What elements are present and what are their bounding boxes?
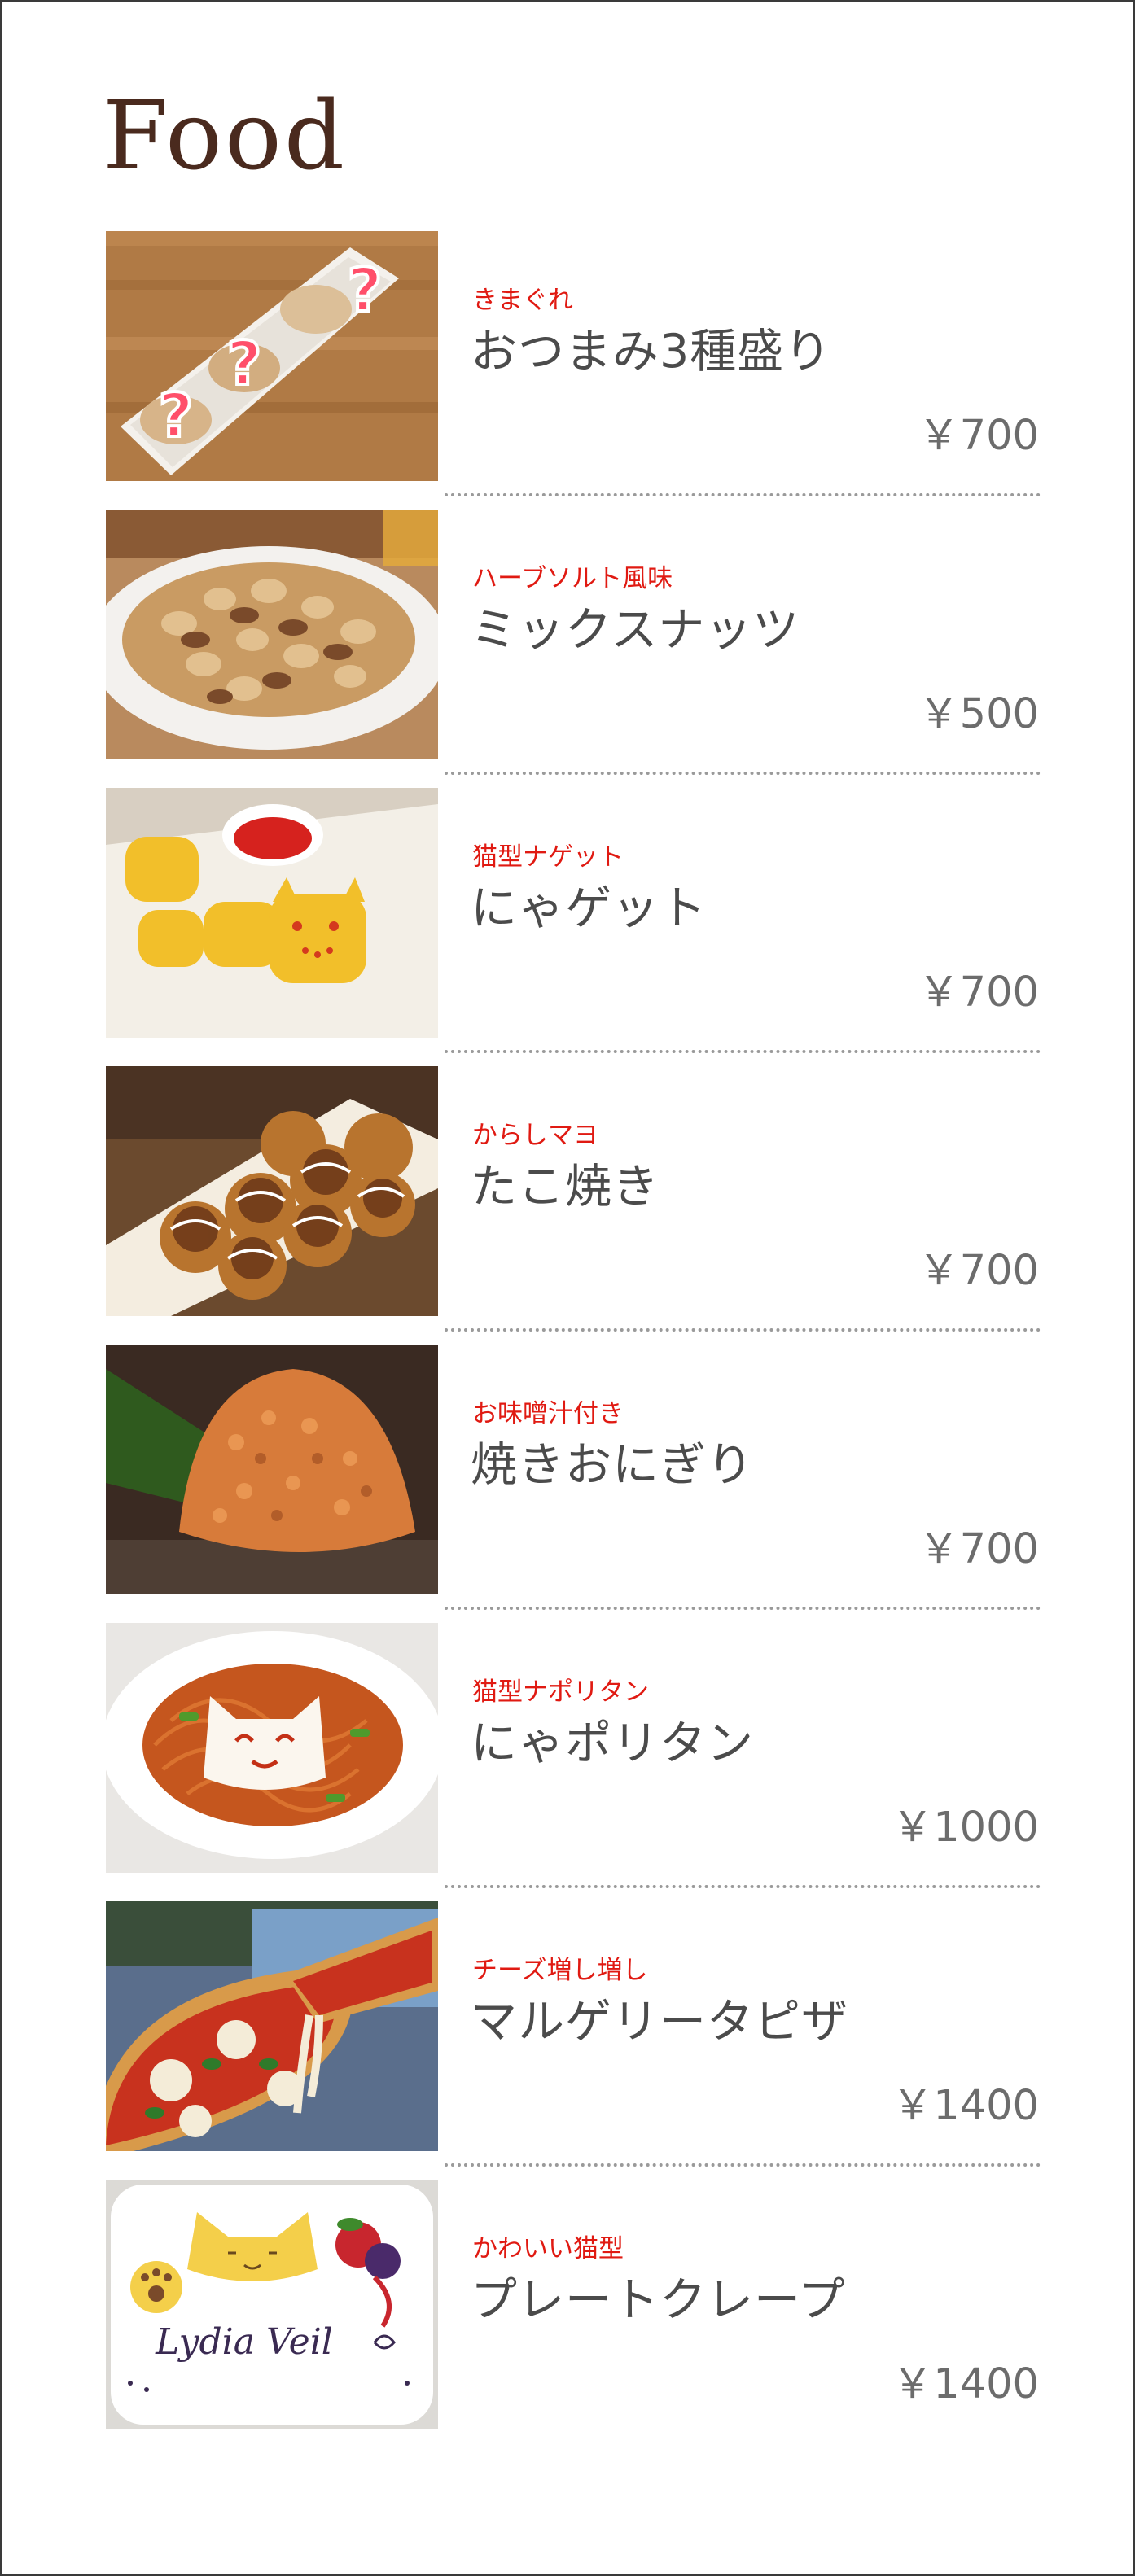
plate-lettering: Lydia Veil [155, 2321, 333, 2363]
item-subtitle: 猫型ナゲット [472, 842, 624, 872]
takoyaki-photo [106, 1066, 438, 1316]
item-subtitle: きまぐれ [472, 286, 573, 315]
menu-page: Food ? ? ? きまぐれ おつまみ3種盛り ￥700 ハーブソルト風味 ミ… [0, 0, 1135, 2576]
cat-napolitan-photo [106, 1623, 438, 1873]
dotted-divider [445, 2163, 1041, 2167]
item-price: ￥1000 [892, 1804, 1039, 1852]
item-price: ￥1400 [892, 2360, 1039, 2408]
item-price: ￥700 [918, 1525, 1039, 1573]
mixed-nuts-photo [106, 510, 438, 759]
item-name: にゃポリタン [471, 1717, 754, 1770]
menu-item[interactable]: からしマヨ たこ焼き ￥700 [2, 1066, 1133, 1345]
item-subtitle: チーズ増し増し [472, 1956, 648, 1985]
menu-item[interactable]: チーズ増し増し マルゲリータピザ ￥1400 [2, 1901, 1133, 2180]
svg-text:?: ? [227, 329, 262, 399]
item-price: ￥700 [918, 1247, 1039, 1295]
menu-item[interactable]: 猫型ナポリタン にゃポリタン ￥1000 [2, 1623, 1133, 1901]
item-subtitle: かわいい猫型 [472, 2234, 624, 2263]
item-subtitle: 猫型ナポリタン [472, 1677, 649, 1707]
menu-item[interactable]: ? ? ? きまぐれ おつまみ3種盛り ￥700 [2, 231, 1133, 510]
dotted-divider [445, 1328, 1041, 1332]
dotted-divider [445, 772, 1041, 775]
item-name: にゃゲット [471, 881, 707, 935]
dotted-divider [445, 493, 1041, 496]
svg-text:?: ? [348, 256, 383, 326]
item-price: ￥700 [918, 969, 1039, 1017]
item-name: たこ焼き [471, 1160, 660, 1214]
dotted-divider [445, 1607, 1041, 1610]
menu-item[interactable]: ハーブソルト風味 ミックスナッツ ￥500 [2, 510, 1133, 788]
margherita-pizza-photo [106, 1901, 438, 2151]
item-subtitle: ハーブソルト風味 [472, 564, 673, 593]
item-subtitle: からしマヨ [472, 1121, 598, 1150]
item-name: 焼きおにぎり [471, 1438, 754, 1492]
item-name: プレートクレープ [471, 2273, 846, 2327]
menu-item[interactable]: Lydia Veil かわいい猫型 プレートクレープ ￥1400 [2, 2180, 1133, 2458]
snack-platter-photo: ? ? ? [106, 231, 438, 481]
grilled-rice-ball-photo [106, 1345, 438, 1594]
item-price: ￥500 [918, 690, 1039, 738]
dotted-divider [445, 1885, 1041, 1888]
menu-item[interactable]: お味噌汁付き 焼きおにぎり ￥700 [2, 1345, 1133, 1623]
menu-item[interactable]: 猫型ナゲット にゃゲット ￥700 [2, 788, 1133, 1066]
item-name: ミックスナッツ [471, 603, 800, 657]
item-name: おつまみ3種盛り [471, 325, 832, 378]
item-price: ￥700 [918, 412, 1039, 460]
cat-nuggets-photo [106, 788, 438, 1038]
item-subtitle: お味噌汁付き [472, 1399, 624, 1428]
svg-text:?: ? [159, 381, 194, 451]
page-title: Food [103, 81, 348, 191]
cat-crepe-plate-photo: Lydia Veil [106, 2180, 438, 2429]
item-name: マルゲリータピザ [471, 1995, 848, 2049]
item-price: ￥1400 [892, 2082, 1039, 2130]
dotted-divider [445, 1050, 1041, 1053]
